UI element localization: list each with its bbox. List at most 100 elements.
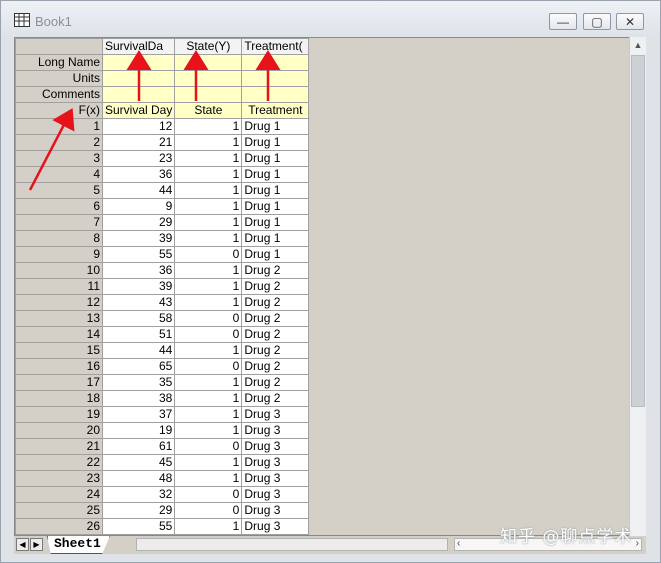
row-number[interactable]: 2 (15, 134, 103, 151)
row-number[interactable]: 14 (15, 326, 103, 343)
data-cell[interactable]: 1 (174, 150, 243, 167)
column-header-c[interactable]: Treatment( (241, 38, 310, 55)
data-cell[interactable]: 32 (101, 486, 176, 503)
data-cell[interactable]: 51 (101, 326, 176, 343)
row-number[interactable]: 9 (15, 246, 103, 263)
data-cell[interactable]: Drug 2 (241, 342, 310, 359)
data-cell[interactable]: 12 (101, 118, 176, 135)
data-cell[interactable]: Drug 2 (241, 262, 310, 279)
data-cell[interactable]: Drug 2 (241, 310, 310, 327)
data-cell[interactable]: 44 (101, 182, 176, 199)
column-header-a[interactable]: SurvivalDa (101, 38, 176, 55)
long-name-cell[interactable] (174, 54, 243, 71)
table-row[interactable]: 4 36 1 Drug 1 (15, 166, 310, 183)
data-cell[interactable]: 38 (101, 390, 176, 407)
row-number[interactable]: 8 (15, 230, 103, 247)
row-number[interactable]: 15 (15, 342, 103, 359)
data-cell[interactable]: 0 (174, 310, 243, 327)
comments-cell[interactable] (101, 86, 176, 103)
table-row[interactable]: 25 29 0 Drug 3 (15, 502, 310, 519)
scroll-up-icon[interactable]: ▲ (631, 38, 645, 52)
data-cell[interactable]: 0 (174, 358, 243, 375)
table-row[interactable]: 15 44 1 Drug 2 (15, 342, 310, 359)
data-cell[interactable]: Drug 3 (241, 422, 310, 439)
table-row[interactable]: 18 38 1 Drug 2 (15, 390, 310, 407)
data-cell[interactable]: 61 (101, 438, 176, 455)
row-number[interactable]: 22 (15, 454, 103, 471)
table-row[interactable]: 3 23 1 Drug 1 (15, 150, 310, 167)
table-row[interactable]: 26 55 1 Drug 3 (15, 518, 310, 535)
data-cell[interactable]: 29 (101, 502, 176, 519)
long-name-cell[interactable] (241, 54, 310, 71)
data-cell[interactable]: 0 (174, 326, 243, 343)
data-cell[interactable]: Drug 3 (241, 470, 310, 487)
data-cell[interactable]: 1 (174, 278, 243, 295)
data-cell[interactable]: Drug 2 (241, 374, 310, 391)
data-cell[interactable]: Drug 3 (241, 454, 310, 471)
data-cell[interactable]: 1 (174, 518, 243, 535)
data-cell[interactable]: 48 (101, 470, 176, 487)
data-cell[interactable]: 43 (101, 294, 176, 311)
table-row[interactable]: 1 12 1 Drug 1 (15, 118, 310, 135)
row-number[interactable]: 12 (15, 294, 103, 311)
long-name-cell[interactable] (101, 54, 176, 71)
data-cell[interactable]: Drug 2 (241, 390, 310, 407)
data-cell[interactable]: 1 (174, 118, 243, 135)
data-cell[interactable]: Drug 1 (241, 150, 310, 167)
data-cell[interactable]: 65 (101, 358, 176, 375)
data-cell[interactable]: 0 (174, 246, 243, 263)
scroll-right-icon[interactable]: › (636, 538, 639, 549)
data-cell[interactable]: 0 (174, 502, 243, 519)
row-number[interactable]: 16 (15, 358, 103, 375)
data-cell[interactable]: 23 (101, 150, 176, 167)
fx-cell[interactable]: Treatment (241, 102, 310, 119)
data-cell[interactable]: 21 (101, 134, 176, 151)
fx-cell[interactable]: State (174, 102, 243, 119)
data-cell[interactable]: Drug 3 (241, 518, 310, 535)
data-cell[interactable]: 1 (174, 454, 243, 471)
data-cell[interactable]: 45 (101, 454, 176, 471)
data-cell[interactable]: Drug 3 (241, 486, 310, 503)
data-cell[interactable]: Drug 3 (241, 406, 310, 423)
fx-cell[interactable]: Survival Day (101, 102, 176, 119)
vertical-scrollbar[interactable]: ▲ (629, 37, 646, 536)
sheet-tab-sheet1[interactable]: Sheet1 (47, 536, 110, 554)
data-cell[interactable]: 39 (101, 230, 176, 247)
table-row[interactable]: 16 65 0 Drug 2 (15, 358, 310, 375)
table-row[interactable]: 11 39 1 Drug 2 (15, 278, 310, 295)
data-cell[interactable]: 1 (174, 214, 243, 231)
data-cell[interactable]: 1 (174, 342, 243, 359)
table-row[interactable]: 23 48 1 Drug 3 (15, 470, 310, 487)
data-cell[interactable]: 1 (174, 406, 243, 423)
table-row[interactable]: 10 36 1 Drug 2 (15, 262, 310, 279)
scroll-left-icon[interactable]: ‹ (457, 538, 460, 549)
table-row[interactable]: 19 37 1 Drug 3 (15, 406, 310, 423)
data-cell[interactable]: 1 (174, 422, 243, 439)
table-row[interactable]: 24 32 0 Drug 3 (15, 486, 310, 503)
data-cell[interactable]: Drug 2 (241, 294, 310, 311)
data-cell[interactable]: 1 (174, 390, 243, 407)
vertical-scroll-thumb[interactable] (631, 55, 645, 407)
table-row[interactable]: 20 19 1 Drug 3 (15, 422, 310, 439)
table-row[interactable]: 13 58 0 Drug 2 (15, 310, 310, 327)
data-cell[interactable]: Drug 3 (241, 502, 310, 519)
data-cell[interactable]: 44 (101, 342, 176, 359)
data-cell[interactable]: 37 (101, 406, 176, 423)
data-cell[interactable]: 1 (174, 134, 243, 151)
data-cell[interactable]: 39 (101, 278, 176, 295)
data-cell[interactable]: 1 (174, 182, 243, 199)
data-cell[interactable]: 29 (101, 214, 176, 231)
minimize-button[interactable]: — (549, 13, 577, 30)
data-cell[interactable]: Drug 1 (241, 230, 310, 247)
table-row[interactable]: 6 9 1 Drug 1 (15, 198, 310, 215)
row-number[interactable]: 24 (15, 486, 103, 503)
title-bar[interactable]: Book1 — ▢ ✕ (1, 1, 660, 35)
worksheet-grid[interactable]: SurvivalDa State(Y) Treatment( Long Name… (14, 37, 646, 536)
data-cell[interactable]: Drug 1 (241, 198, 310, 215)
data-cell[interactable]: 9 (101, 198, 176, 215)
data-cell[interactable]: 19 (101, 422, 176, 439)
table-row[interactable]: 21 61 0 Drug 3 (15, 438, 310, 455)
data-cell[interactable]: Drug 2 (241, 326, 310, 343)
comments-cell[interactable] (241, 86, 310, 103)
row-number[interactable]: 25 (15, 502, 103, 519)
